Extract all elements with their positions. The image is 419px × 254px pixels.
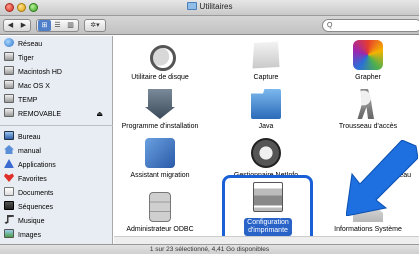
status-bar: 1 sur 23 sélectionné, 4,41 Go disponible… [0,244,419,254]
item-migration[interactable]: Assistant migration [114,138,206,180]
item-grapher[interactable]: Grapher [322,40,414,82]
disk-icon [4,66,14,75]
finder-window: Utilitaires ◀ ▶ ⊞ ☰ ▥ ✲▾ Q Réseau Tiger Mac… [0,0,419,254]
applications-icon [4,159,14,168]
sidebar-item-applications[interactable]: Applications [4,159,109,172]
eject-icon[interactable]: ⏏ [96,108,103,121]
file-browser: Utilitaire de disque Capture Grapher Pro… [114,36,419,245]
nav-buttons: ◀ ▶ [3,19,31,32]
sidebar-item-reseau[interactable]: Réseau [4,38,109,51]
sidebar-item-favorites[interactable]: Favorites [4,173,109,186]
disk-icon [4,94,14,103]
list-view-button[interactable]: ☰ [51,20,64,31]
disk-icon [4,80,14,89]
printer-setup-icon [253,182,283,212]
column-view-button[interactable]: ▥ [64,20,77,31]
disk-utility-icon [145,40,176,71]
sidebar-item-removable[interactable]: REMOVABLE ⏏ [4,108,109,121]
keychain-icon [357,89,374,119]
sidebar: Réseau Tiger Macintosh HD Mac OS X TEMP … [0,36,113,244]
network-icon [4,38,14,47]
migration-icon [145,138,175,168]
sidebar-item-tiger[interactable]: Tiger [4,52,109,65]
movies-icon [4,201,14,210]
sidebar-item-documents[interactable]: Documents [4,187,109,200]
sidebar-item-images[interactable]: Images [4,229,109,242]
selected-label: Configuration d'imprimante [244,218,292,236]
item-disk-utility[interactable]: Utilitaire de disque [114,40,206,82]
sidebar-item-mac-os-x[interactable]: Mac OS X [4,80,109,93]
sidebar-item-manual[interactable]: manual [4,145,109,158]
disk-icon [4,52,14,61]
item-java[interactable]: Java [220,89,312,131]
action-button[interactable]: ✲▾ [84,19,106,32]
forward-button[interactable]: ▶ [17,20,30,31]
grapher-icon [353,40,383,70]
music-icon [4,215,14,224]
sidebar-item-musique[interactable]: Musique [4,215,109,228]
installer-icon [145,89,175,119]
sidebar-item-bureau[interactable]: Bureau [4,131,109,144]
pictures-icon [4,229,14,238]
sidebar-item-sequences[interactable]: Séquences [4,201,109,214]
netinfo-icon [251,138,281,168]
item-printer-setup[interactable]: Configuration d'imprimante [222,182,314,236]
favorites-icon [4,173,14,182]
toolbar: ◀ ▶ ⊞ ☰ ▥ ✲▾ Q [0,16,419,35]
sidebar-divider [0,125,113,126]
item-keychain[interactable]: Trousseau d'accès [322,89,414,131]
folder-icon [186,2,197,10]
item-netinfo[interactable]: Gestionnaire NetInfo [220,138,312,180]
back-button[interactable]: ◀ [4,20,17,31]
search-field[interactable]: Q [322,19,419,32]
odbc-icon [149,192,171,222]
disk-icon [4,108,14,117]
view-buttons: ⊞ ☰ ▥ [36,19,79,32]
title-bar[interactable]: Utilitaires [0,0,419,16]
horizontal-scrollbar[interactable] [114,236,419,244]
desktop-icon [4,131,14,140]
window-title: Utilitaires [0,2,419,11]
item-odbc[interactable]: Administrateur ODBC [114,192,206,234]
sidebar-item-temp[interactable]: TEMP [4,94,109,107]
documents-icon [4,187,14,196]
sidebar-item-macintosh-hd[interactable]: Macintosh HD [4,66,109,79]
item-capture[interactable]: Capture [220,40,312,82]
pointer-arrow [346,140,418,216]
item-installer[interactable]: Programme d'installation [114,89,206,131]
icon-view-button[interactable]: ⊞ [38,20,51,31]
home-icon [4,145,14,154]
capture-icon [252,41,280,69]
java-folder-icon [251,89,281,119]
